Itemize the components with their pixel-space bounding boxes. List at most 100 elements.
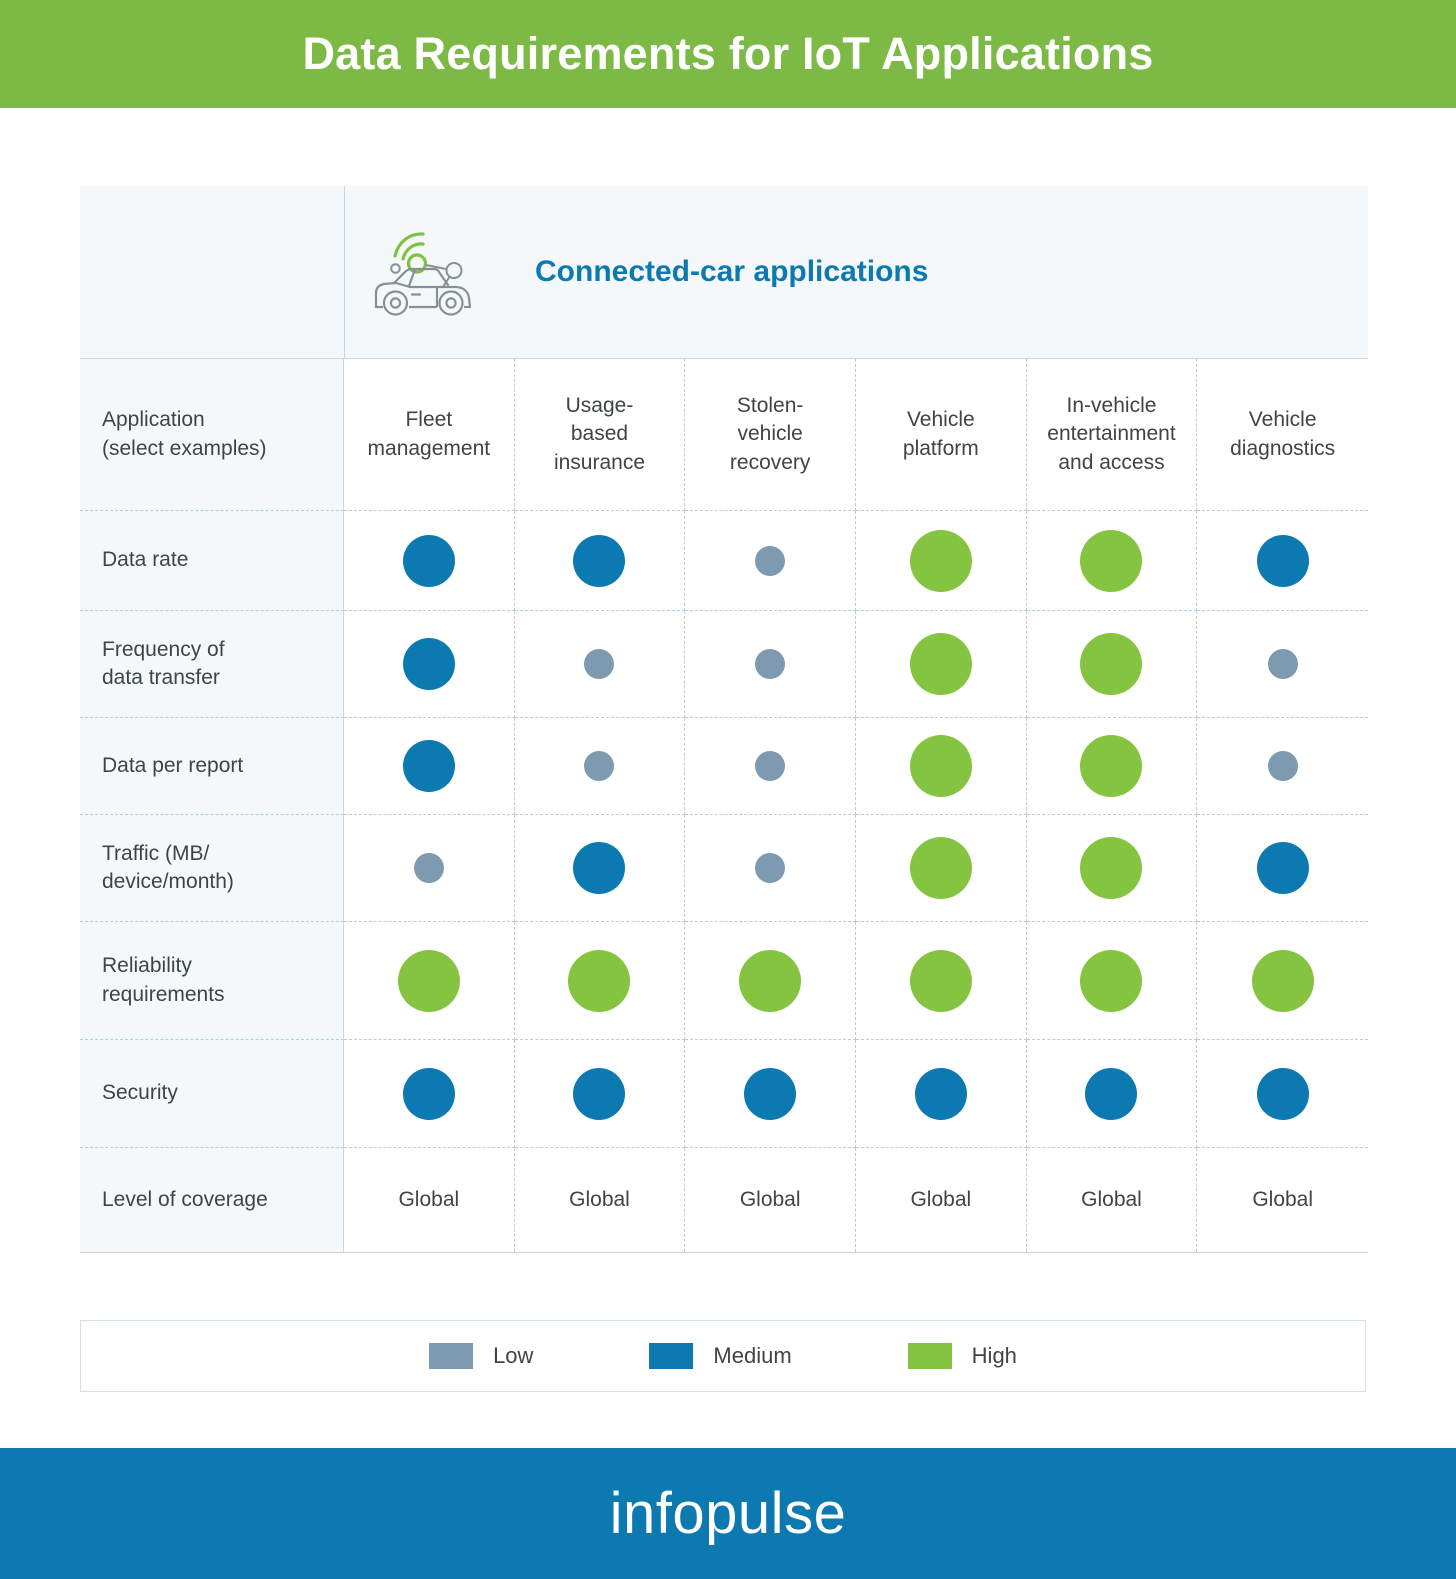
requirements-table: Connected-car applications Application (… [80, 186, 1368, 1253]
cell-coverage-vehicle-diagnostics: Global [1252, 1187, 1314, 1211]
cell-security-vehicle-diagnostics [1197, 1040, 1368, 1148]
column-label-line: In-vehicle [1066, 393, 1157, 417]
row-label-reliability-requirements: Reliability requirements [80, 922, 344, 1040]
cell-frequency-vehicle-platform [856, 611, 1027, 718]
column-header-fleet-management: Fleet management [344, 359, 515, 511]
cell-traffic-vehicle-diagnostics [1197, 815, 1368, 922]
value-dot-low [413, 853, 444, 883]
value-dot-medium [573, 842, 626, 894]
row-label-level-of-coverage: Level of coverage [80, 1148, 344, 1252]
value-dot-low [1267, 649, 1298, 679]
legend-item-low: Low [429, 1343, 533, 1369]
column-header-stolen-vehicle-recovery: Stolen- vehicle recovery [685, 359, 856, 511]
value-dot-medium [402, 1067, 455, 1120]
cell-traffic-in-vehicle-entertainment [1026, 815, 1198, 922]
column-label-line: Fleet [405, 408, 453, 432]
value-dot-high [1080, 837, 1143, 899]
cell-traffic-vehicle-platform [856, 815, 1027, 922]
value-dot-medium [573, 1067, 626, 1120]
cell-coverage-fleet-management: Global [344, 1148, 515, 1252]
value-dot-high [1251, 949, 1314, 1012]
section-header: Connected-car applications [80, 186, 1368, 359]
row-label-security: Security [80, 1040, 344, 1148]
cell-security-fleet-management [344, 1040, 515, 1148]
value-dot-low [755, 751, 786, 781]
row-label-line: Level of coverage [102, 1187, 268, 1211]
row-label-line: Frequency of [102, 637, 225, 661]
value-dot-low [584, 751, 615, 781]
value-dot-high [909, 837, 972, 899]
value-dot-low [584, 649, 615, 679]
value-dot-high [1080, 529, 1143, 592]
cell-reliability-in-vehicle-entertainment [1026, 922, 1198, 1040]
column-label-line: insurance [553, 450, 646, 474]
legend-item-medium: Medium [649, 1343, 792, 1369]
value-dot-low [755, 853, 786, 883]
cell-reliability-stolen-vehicle-recovery [685, 922, 856, 1040]
cell-data-rate-stolen-vehicle-recovery [685, 511, 856, 611]
value-dot-low [755, 545, 786, 576]
cell-coverage-vehicle-platform: Global [856, 1148, 1027, 1252]
value-dot-high [739, 949, 802, 1012]
column-label-line: diagnostics [1230, 436, 1336, 460]
cell-data-rate-vehicle-diagnostics [1197, 511, 1368, 611]
cell-data-rate-in-vehicle-entertainment [1026, 511, 1198, 611]
column-header-vehicle-diagnostics: Vehicle diagnostics [1197, 359, 1368, 511]
row-header-line1: Application [102, 408, 205, 432]
cell-frequency-in-vehicle-entertainment [1026, 611, 1198, 718]
cell-traffic-usage-based-insurance [514, 815, 686, 922]
legend-swatch-medium [649, 1343, 694, 1369]
legend: Low Medium High [80, 1320, 1366, 1392]
row-label-data-rate: Data rate [80, 511, 344, 611]
cell-coverage-stolen-vehicle-recovery: Global [685, 1148, 856, 1252]
column-header-vehicle-platform: Vehicle platform [856, 359, 1027, 511]
cell-data-per-report-in-vehicle-entertainment [1026, 718, 1198, 815]
main-canvas: Connected-car applications Application (… [0, 108, 1456, 1448]
value-dot-high [1080, 735, 1143, 797]
section-header-spacer [80, 186, 345, 358]
column-label-line: Stolen- [736, 393, 804, 417]
column-label-line: platform [902, 436, 979, 460]
row-label-line: Data per report [102, 753, 244, 777]
cell-reliability-vehicle-diagnostics [1197, 922, 1368, 1040]
value-dot-medium [1256, 842, 1309, 894]
row-header-line2: (select examples) [102, 436, 267, 460]
legend-item-high: High [907, 1343, 1017, 1369]
value-dot-low [1267, 751, 1298, 781]
value-dot-medium [402, 638, 455, 690]
value-dot-medium [1256, 1067, 1309, 1120]
value-dot-medium [402, 740, 455, 792]
row-label-data-per-report: Data per report [80, 718, 344, 815]
cell-reliability-vehicle-platform [856, 922, 1027, 1040]
cell-data-rate-fleet-management [344, 511, 515, 611]
value-dot-high [1080, 633, 1143, 695]
cell-data-per-report-fleet-management [344, 718, 515, 815]
data-grid: Application (select examples) Fleet mana… [80, 359, 1368, 1253]
cell-frequency-usage-based-insurance [514, 611, 686, 718]
cell-security-usage-based-insurance [514, 1040, 686, 1148]
cell-data-rate-vehicle-platform [856, 511, 1027, 611]
column-label-line: Vehicle [1248, 408, 1317, 432]
column-label-line: Usage- [565, 393, 634, 417]
value-dot-high [568, 949, 631, 1012]
column-label-line: based [570, 422, 629, 446]
cell-traffic-stolen-vehicle-recovery [685, 815, 856, 922]
column-label-line: Vehicle [906, 408, 975, 432]
row-label-traffic: Traffic (MB/ device/month) [80, 815, 344, 922]
cell-frequency-stolen-vehicle-recovery [685, 611, 856, 718]
row-label-line: device/month) [102, 870, 234, 893]
row-label-frequency-of-data-transfer: Frequency of data transfer [80, 611, 344, 718]
value-dot-high [909, 949, 972, 1012]
footer-bar: infopulse [0, 1448, 1456, 1579]
value-dot-medium [744, 1067, 797, 1120]
row-label-line: Security [102, 1081, 178, 1105]
legend-label-high: High [971, 1343, 1017, 1368]
cell-security-stolen-vehicle-recovery [685, 1040, 856, 1148]
cell-data-per-report-stolen-vehicle-recovery [685, 718, 856, 815]
value-dot-high [397, 949, 460, 1012]
value-dot-high [909, 735, 972, 797]
cell-frequency-vehicle-diagnostics [1197, 611, 1368, 718]
cell-frequency-fleet-management [344, 611, 515, 718]
cell-coverage-usage-based-insurance: Global [515, 1148, 686, 1252]
row-label-line: Data rate [102, 548, 189, 572]
